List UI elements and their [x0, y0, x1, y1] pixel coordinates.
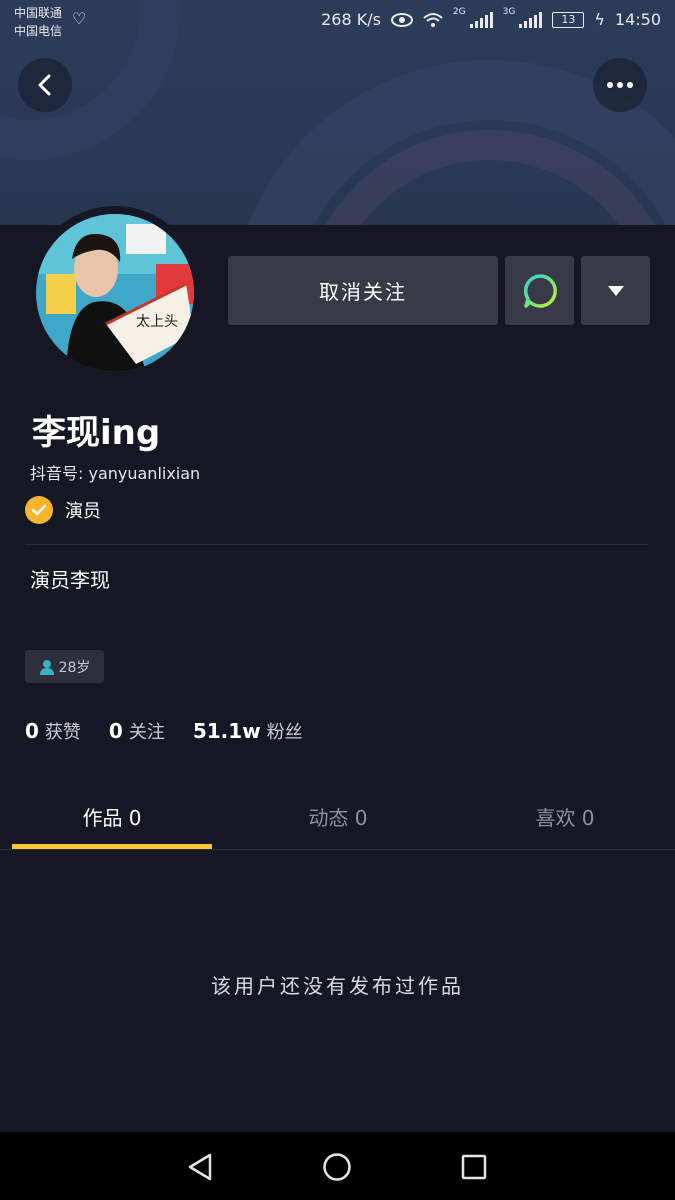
- carrier-info: 中国联通 中国电信 ♡: [14, 4, 86, 40]
- avatar-photo: 太上头: [36, 214, 194, 372]
- verification-label: 演员: [65, 501, 101, 522]
- tab-posts[interactable]: 动态 0: [238, 802, 438, 831]
- wifi-icon: [423, 12, 443, 27]
- nav-recents-button[interactable]: [457, 1150, 491, 1184]
- stat-following[interactable]: 0 关注: [109, 718, 165, 744]
- content-tabs: 作品 0 动态 0 喜欢 0: [0, 790, 675, 850]
- back-button[interactable]: [18, 58, 72, 112]
- battery-icon: 13: [552, 11, 585, 28]
- message-button[interactable]: [505, 256, 574, 325]
- carrier-2: 中国电信: [14, 24, 63, 38]
- more-dots-icon: [607, 82, 633, 88]
- profile-screen: 中国联通 中国电信 ♡ 268 K/s 2G 3G 13 ϟ 14:50 太上头…: [0, 0, 675, 1200]
- status-bar: 中国联通 中国电信 ♡ 268 K/s 2G 3G 13 ϟ 14:50: [0, 0, 675, 44]
- stats-row: 0 获赞 0 关注 51.1w 粉丝: [25, 718, 303, 744]
- verification-row: 演员: [25, 496, 101, 524]
- active-tab-indicator: [12, 844, 212, 849]
- empty-state-message: 该用户还没有发布过作品: [211, 974, 464, 998]
- signal-icon-2: [519, 11, 543, 28]
- net-speed: 268 K/s: [321, 10, 381, 29]
- profile-name: 李现ing: [32, 413, 161, 453]
- home-circle-icon: [323, 1153, 351, 1181]
- svg-text:太上头: 太上头: [136, 314, 178, 330]
- heart-rate-icon: ♡: [72, 9, 87, 28]
- divider: [25, 544, 648, 545]
- charging-icon: ϟ: [594, 10, 605, 29]
- unfollow-button[interactable]: 取消关注: [228, 256, 498, 325]
- avatar[interactable]: 太上头: [28, 206, 202, 380]
- back-arrow-icon: [38, 74, 51, 96]
- system-nav-bar: [0, 1132, 675, 1200]
- age-label: 28岁: [58, 659, 91, 676]
- dropdown-button[interactable]: [581, 256, 650, 325]
- tab-works[interactable]: 作品 0: [12, 802, 212, 831]
- more-options-button[interactable]: [593, 58, 647, 112]
- clock: 14:50: [614, 10, 661, 29]
- eye-icon: [390, 12, 413, 27]
- douyin-id[interactable]: 抖音号: yanyuanlixian: [30, 460, 200, 484]
- verified-check-icon: [25, 496, 53, 524]
- unfollow-label: 取消关注: [319, 280, 407, 304]
- person-icon: [39, 659, 54, 675]
- tab-likes[interactable]: 喜欢 0: [465, 802, 665, 831]
- chat-bubble-icon: [523, 273, 557, 308]
- stat-likes: 0 获赞: [25, 719, 81, 743]
- back-triangle-icon: [188, 1153, 212, 1181]
- triangle-down-icon: [607, 285, 624, 296]
- network-type-1: 2G: [452, 6, 466, 17]
- stat-followers[interactable]: 51.1w 粉丝: [193, 718, 303, 744]
- nav-home-button[interactable]: [320, 1150, 354, 1184]
- profile-bio: 演员李现: [30, 568, 110, 592]
- age-tag: 28岁: [25, 650, 104, 683]
- network-type-2: 3G: [502, 6, 516, 17]
- carrier-1: 中国联通: [14, 6, 63, 20]
- recents-square-icon: [461, 1154, 487, 1180]
- signal-icon: [469, 11, 493, 28]
- nav-back-button[interactable]: [183, 1150, 217, 1184]
